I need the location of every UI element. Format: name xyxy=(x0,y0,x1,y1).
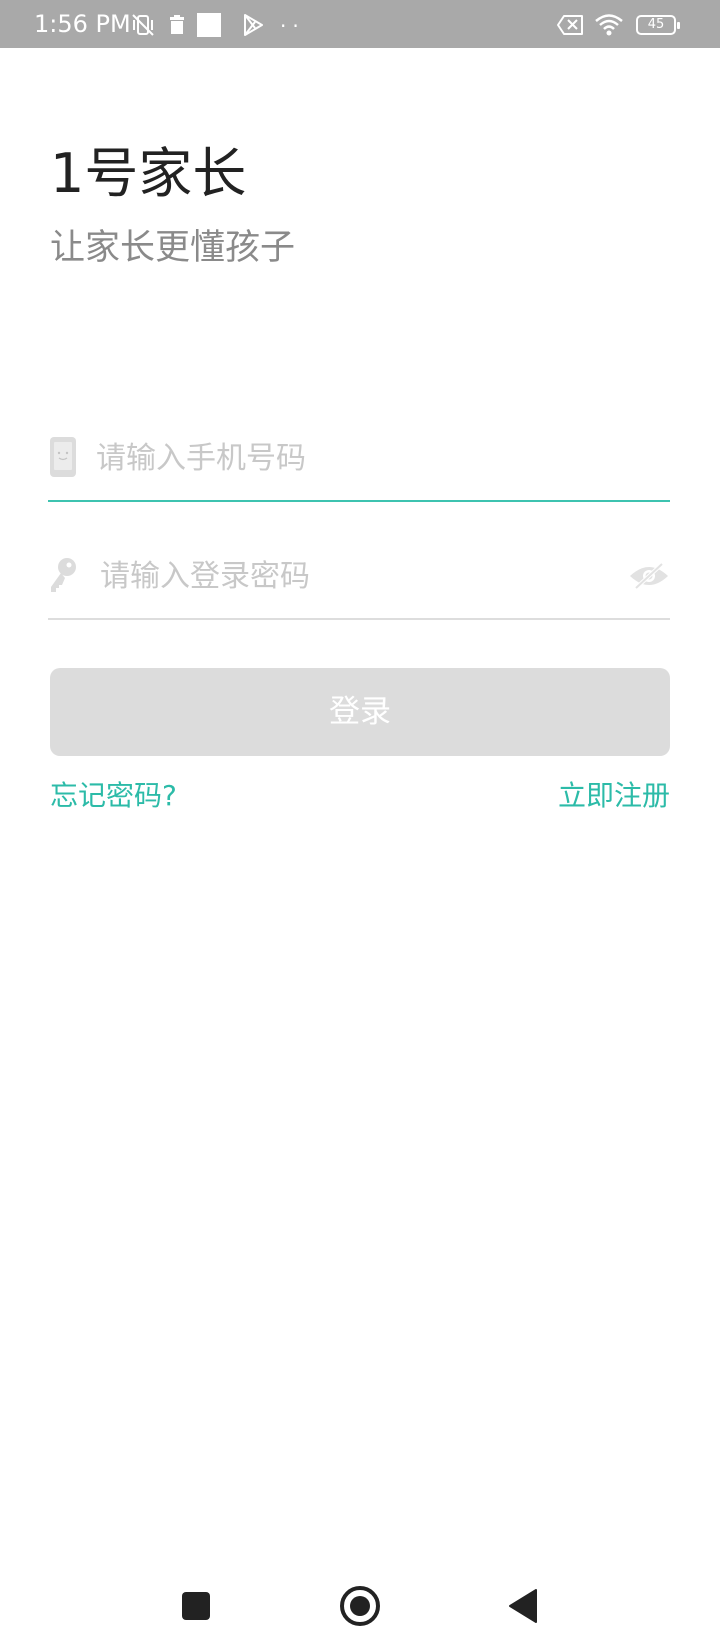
app-subtitle: 让家长更懂孩子 xyxy=(50,228,296,268)
no-sim-icon xyxy=(556,12,586,38)
battery-icon: 45 xyxy=(636,15,680,35)
play-store-icon xyxy=(240,12,266,38)
eye-off-icon[interactable] xyxy=(628,560,670,592)
login-button[interactable]: 登录 xyxy=(50,668,670,756)
register-link[interactable]: 立即注册 xyxy=(558,776,670,816)
battery-level: 45 xyxy=(647,17,665,32)
password-input[interactable] xyxy=(100,548,600,604)
square-notification-icon xyxy=(196,12,222,38)
status-time: 1:56 PM xyxy=(34,10,131,38)
home-icon[interactable] xyxy=(338,1584,382,1628)
key-icon xyxy=(48,554,78,596)
forgot-password-link[interactable]: 忘记密码? xyxy=(50,776,177,816)
app-title: 1号家长 xyxy=(50,142,247,205)
recents-icon[interactable] xyxy=(174,1584,218,1628)
vibrate-off-icon xyxy=(130,12,156,38)
phone-field xyxy=(48,420,670,502)
password-field xyxy=(48,538,670,620)
phone-icon xyxy=(48,436,78,478)
phone-input[interactable] xyxy=(96,430,596,486)
back-icon[interactable] xyxy=(502,1584,546,1628)
more-notifications-dots: ·· xyxy=(280,14,305,38)
wifi-icon xyxy=(594,12,624,38)
status-bar: 1:56 PM ·· 45 xyxy=(0,0,720,48)
trash-icon xyxy=(164,12,190,38)
login-screen: 1:56 PM ·· 45 1号家长 让家长更懂孩子 请输入手机号码 登录 忘记… xyxy=(0,0,720,1650)
